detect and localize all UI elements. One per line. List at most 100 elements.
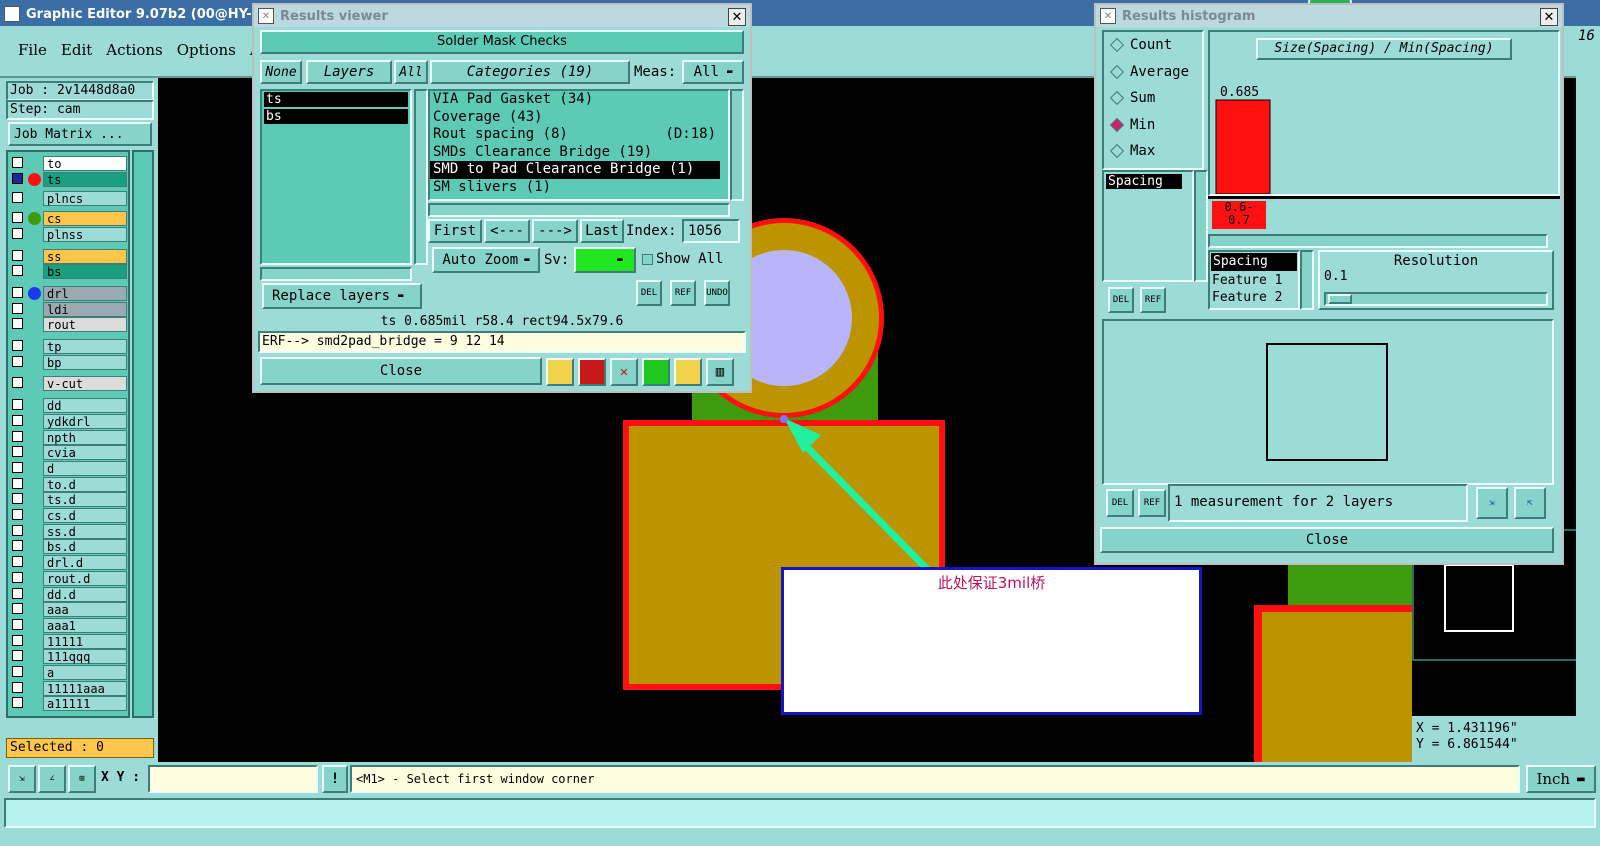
field-item[interactable]: Spacing <box>1211 253 1297 271</box>
units-dropdown[interactable]: Inch ▬ <box>1526 765 1596 793</box>
layer-row[interactable]: aaa <box>10 602 128 618</box>
radio-icon[interactable] <box>1109 144 1125 159</box>
meas-dropdown[interactable]: All ▬ <box>682 60 744 84</box>
layer-row[interactable]: to.d <box>10 476 128 492</box>
rv-tool-icon-1[interactable] <box>546 358 574 386</box>
rv-close-icon[interactable]: ✕ <box>728 8 746 26</box>
layer-checkbox[interactable] <box>12 571 23 583</box>
layer-row[interactable]: ldi <box>10 301 128 317</box>
layer-row[interactable]: cs.d <box>10 508 128 523</box>
sv-color-dropdown[interactable]: ▬ <box>574 247 636 273</box>
last-button[interactable]: Last <box>580 219 624 243</box>
metric-list-vscroll[interactable] <box>1194 170 1208 282</box>
category-item[interactable]: Coverage (43) <box>430 109 720 127</box>
layer-row[interactable]: drl <box>10 285 128 301</box>
histogram-window[interactable]: ✕ Results histogram ✕ Count Average Sum Min… <box>1094 3 1564 565</box>
layer-row[interactable]: cvia <box>10 445 128 461</box>
hist-del-icon[interactable]: DEL <box>1108 287 1134 313</box>
histogram-bar[interactable] <box>1215 99 1271 194</box>
layer-checkbox[interactable] <box>12 355 23 367</box>
layer-name[interactable]: ts <box>43 171 127 187</box>
radio-option[interactable]: Max <box>1104 138 1202 165</box>
layer-row[interactable]: plnss <box>10 226 128 242</box>
hist-titlebar[interactable]: ✕ Results histogram ✕ <box>1096 5 1562 27</box>
layer-name[interactable]: d <box>43 460 127 476</box>
radio-option[interactable]: Count <box>1104 32 1202 59</box>
layer-row[interactable]: aaa1 <box>10 617 128 633</box>
index-input[interactable]: 1056 <box>682 219 740 243</box>
layer-name[interactable]: a11111 <box>43 696 127 712</box>
grid-snap-icon[interactable]: ⊞ <box>68 765 96 793</box>
layer-row[interactable]: rout <box>10 317 128 333</box>
layer-name[interactable]: ydkdrl <box>43 413 127 429</box>
layer-row[interactable]: 11111 <box>10 633 128 649</box>
layer-checkbox[interactable] <box>12 414 23 426</box>
layer-row[interactable]: 111qqq <box>10 649 128 665</box>
radio-option[interactable]: Sum <box>1104 85 1202 112</box>
layer-row[interactable]: to <box>10 156 128 171</box>
hist-del-icon-2[interactable]: DEL <box>1106 489 1134 517</box>
rv-layer-item[interactable]: ts <box>264 92 408 107</box>
first-button[interactable]: First <box>428 219 482 243</box>
results-viewer-window[interactable]: ✕ Results viewer ✕ Solder Mask Checks No… <box>252 3 752 393</box>
layer-name[interactable]: rout.d <box>43 570 127 586</box>
layer-row[interactable]: tp <box>10 339 128 354</box>
category-vscroll[interactable] <box>730 89 744 201</box>
layer-name[interactable]: to <box>43 156 127 171</box>
layer-name[interactable]: ldi <box>43 301 127 317</box>
job-matrix-button[interactable]: Job Matrix ... <box>8 122 152 146</box>
layer-checkbox[interactable] <box>12 249 23 261</box>
next-button[interactable]: ---> <box>532 219 578 243</box>
rv-tool-icon-5[interactable] <box>674 358 702 386</box>
alert-icon[interactable]: ! <box>322 765 348 793</box>
layer-name[interactable]: dd <box>43 398 127 414</box>
layer-row[interactable]: plncs <box>10 191 128 207</box>
layer-checkbox[interactable] <box>12 318 23 330</box>
layer-checkbox[interactable] <box>12 650 23 662</box>
show-all-checkbox[interactable] <box>642 254 653 265</box>
layer-checkbox[interactable] <box>12 666 23 677</box>
category-item[interactable]: SM slivers (1) <box>430 179 720 197</box>
categories-button[interactable]: Categories (19) <box>430 60 630 84</box>
layer-checkbox[interactable] <box>12 302 23 314</box>
layer-row[interactable]: ydkdrl <box>10 413 128 429</box>
menu-item-3[interactable]: Options <box>177 41 236 59</box>
layer-name[interactable]: 11111 <box>43 633 127 649</box>
layer-checkbox[interactable] <box>12 618 23 630</box>
layer-row[interactable]: bs.d <box>10 539 128 555</box>
hist-close-button[interactable]: Close <box>1100 527 1554 553</box>
hist-ref-icon-2[interactable]: REF <box>1138 489 1166 517</box>
layer-checkbox[interactable] <box>12 587 23 599</box>
layer-checkbox[interactable] <box>12 697 23 709</box>
layer-name[interactable]: to.d <box>43 476 127 492</box>
layer-row[interactable]: npth <box>10 429 128 445</box>
layer-checkbox[interactable] <box>12 340 23 351</box>
layer-row[interactable]: bp <box>10 354 128 370</box>
radio-option[interactable]: Min <box>1104 112 1202 139</box>
replace-layers-dropdown[interactable]: Replace layers ▬ <box>262 283 422 309</box>
layer-name[interactable]: v-cut <box>43 376 127 392</box>
layer-checkbox[interactable] <box>12 634 23 646</box>
field-item[interactable]: Feature 1 <box>1210 272 1298 290</box>
radio-icon[interactable] <box>1109 91 1125 106</box>
layer-name[interactable]: a <box>43 665 127 680</box>
zoom-fit-icon[interactable]: ⇱ <box>1514 487 1546 519</box>
auto-zoom-dropdown[interactable]: Auto Zoom ▬ <box>432 247 540 273</box>
layer-name[interactable]: ss <box>43 248 127 264</box>
layer-checkbox[interactable] <box>12 286 23 298</box>
layer-checkbox[interactable] <box>12 681 23 693</box>
layer-name[interactable]: tp <box>43 339 127 354</box>
layer-checkbox[interactable] <box>12 493 23 505</box>
layer-row[interactable]: dd.d <box>10 586 128 602</box>
menu-item-0[interactable]: File <box>18 41 47 59</box>
layer-scrollbar[interactable] <box>132 150 154 718</box>
rv-histogram-icon[interactable]: ▥ <box>706 358 734 386</box>
prev-button[interactable]: <--- <box>484 219 530 243</box>
layers-button[interactable]: Layers <box>306 60 392 84</box>
field-list-vscroll[interactable] <box>1300 250 1314 310</box>
slider-thumb[interactable] <box>1328 294 1352 304</box>
layer-checkbox[interactable] <box>12 399 23 411</box>
category-hscroll[interactable] <box>428 203 730 217</box>
layer-row[interactable]: dd <box>10 398 128 414</box>
xy-input[interactable] <box>148 765 318 793</box>
